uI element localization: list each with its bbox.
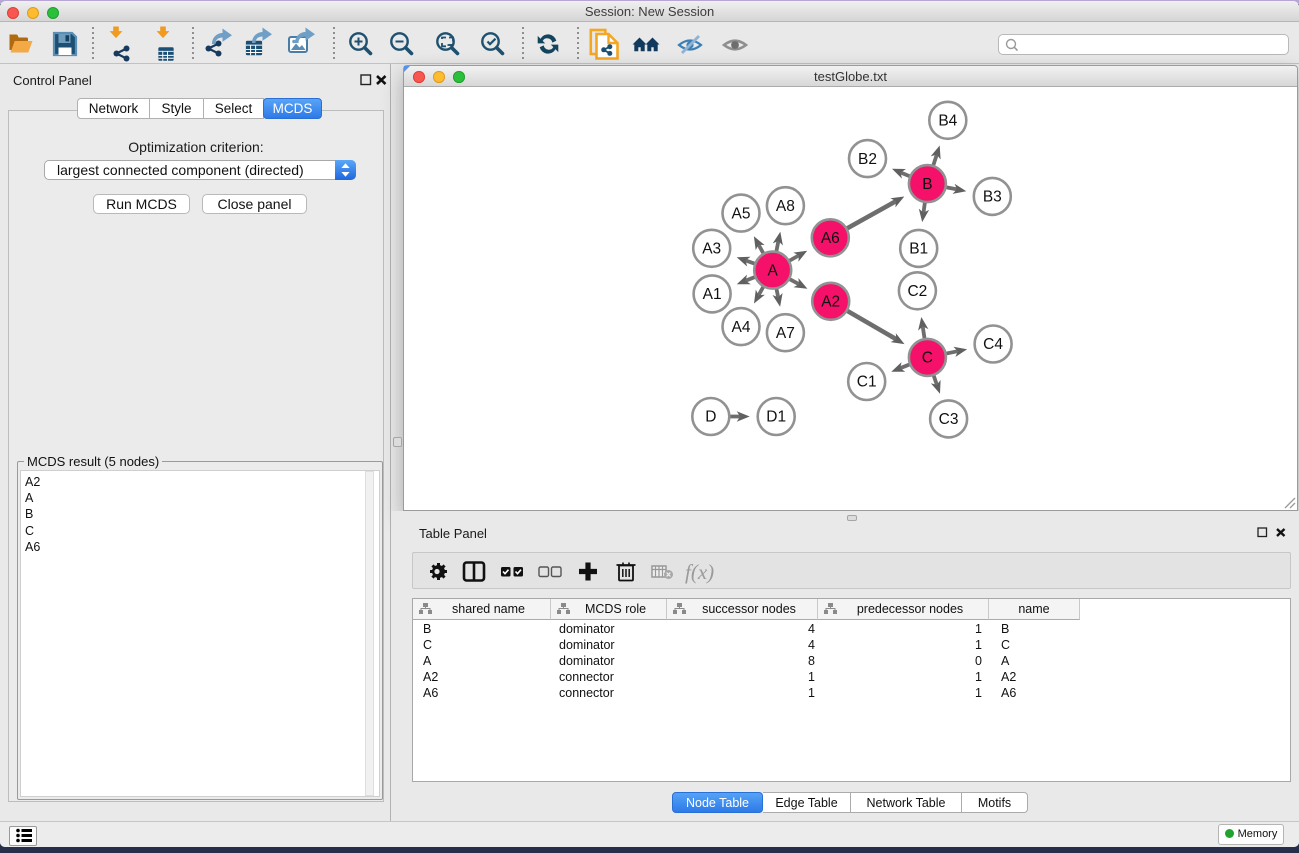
svg-text:B3: B3	[983, 189, 1002, 206]
svg-text:A8: A8	[776, 198, 795, 215]
svg-text:A2: A2	[821, 294, 840, 311]
svg-text:D: D	[705, 409, 716, 426]
svg-text:A6: A6	[821, 230, 840, 247]
svg-text:A1: A1	[703, 286, 722, 303]
svg-text:C1: C1	[857, 374, 877, 391]
svg-text:C4: C4	[983, 336, 1003, 353]
svg-text:C3: C3	[939, 411, 959, 428]
svg-text:A5: A5	[732, 205, 751, 222]
svg-text:B4: B4	[938, 113, 957, 130]
svg-text:B2: B2	[858, 151, 877, 168]
svg-text:C: C	[922, 350, 933, 367]
svg-text:B: B	[922, 176, 932, 193]
svg-text:A3: A3	[702, 241, 721, 258]
svg-text:B1: B1	[909, 241, 928, 258]
svg-text:A4: A4	[732, 319, 751, 336]
svg-text:C2: C2	[907, 283, 927, 300]
svg-text:A7: A7	[776, 325, 795, 342]
svg-text:A: A	[768, 262, 779, 279]
svg-text:D1: D1	[766, 409, 786, 426]
svg-text:f(x): f(x)	[685, 560, 714, 584]
